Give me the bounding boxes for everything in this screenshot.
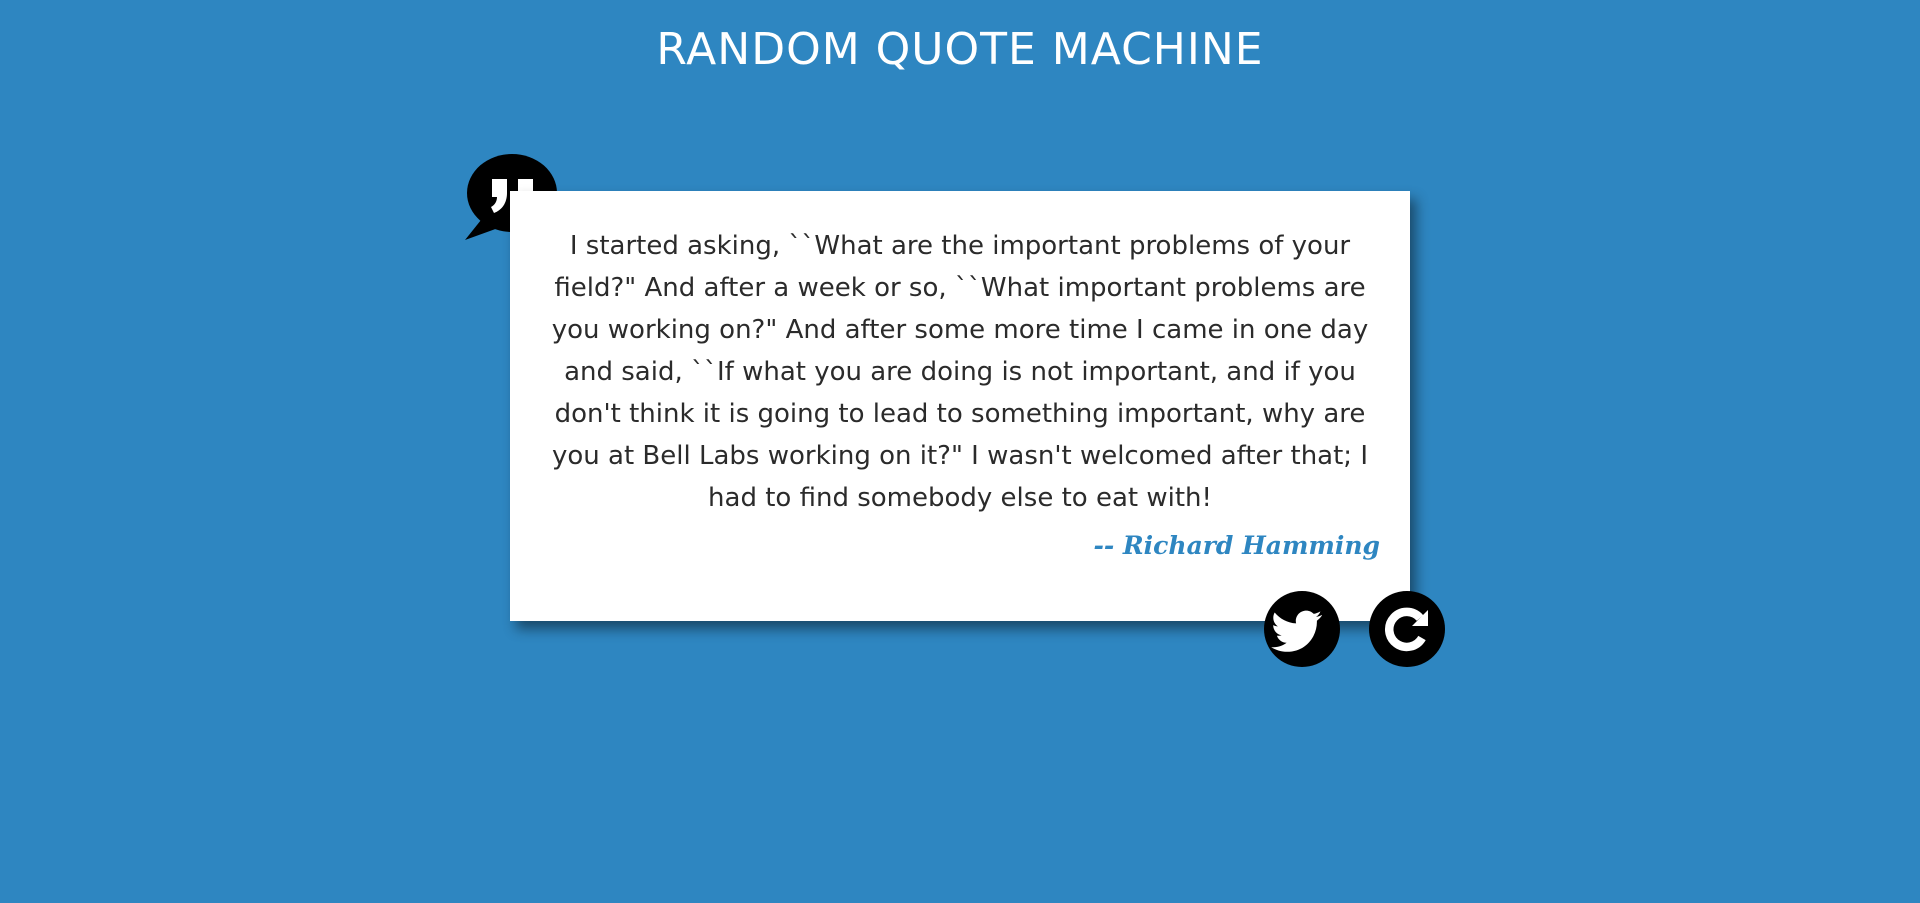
refresh-icon xyxy=(1385,607,1428,652)
twitter-bird-icon xyxy=(1271,610,1322,652)
new-quote-button[interactable] xyxy=(1369,591,1445,667)
page-title: RANDOM QUOTE MACHINE xyxy=(656,24,1264,75)
quote-text: I started asking, ``What are the importa… xyxy=(551,231,1369,513)
tweet-quote-button[interactable] xyxy=(1264,591,1340,667)
quote-author: -- Richard Hamming xyxy=(1093,531,1380,560)
quote-card: I started asking, ``What are the importa… xyxy=(510,191,1410,621)
